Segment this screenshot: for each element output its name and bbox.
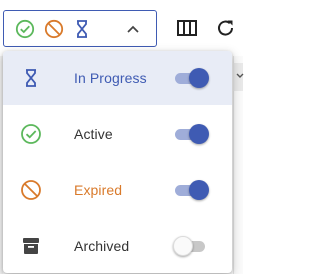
menu-item-expired[interactable]: Expired — [3, 163, 232, 217]
expired-toggle[interactable] — [173, 179, 209, 201]
menu-item-active[interactable]: Active — [3, 107, 232, 161]
menu-item-label: In Progress — [74, 70, 147, 86]
block-icon — [44, 19, 64, 39]
refresh-icon[interactable] — [215, 17, 237, 39]
in-progress-toggle[interactable] — [173, 67, 209, 89]
menu-item-label: Active — [74, 126, 113, 142]
status-filter-menu: In Progress Active Expired Archived — [3, 51, 232, 273]
menu-item-in-progress[interactable]: In Progress — [3, 51, 232, 105]
menu-item-archived[interactable]: Archived — [3, 219, 232, 273]
menu-item-label: Archived — [74, 238, 130, 254]
status-filter-select[interactable] — [3, 10, 157, 47]
archive-box-icon — [23, 238, 39, 254]
chevron-down-icon — [236, 73, 244, 78]
check-circle-icon — [21, 124, 41, 144]
active-toggle[interactable] — [173, 123, 209, 145]
block-icon — [21, 180, 41, 200]
chevron-up-icon — [127, 25, 139, 33]
hourglass-icon — [77, 20, 87, 38]
menu-item-label: Expired — [74, 182, 123, 198]
hourglass-icon — [26, 69, 36, 87]
columns-icon[interactable] — [176, 17, 198, 39]
status-filter-view: In Progress Active Expired Archived — [0, 0, 244, 274]
check-circle-icon — [15, 19, 35, 39]
archived-toggle[interactable] — [173, 235, 209, 257]
